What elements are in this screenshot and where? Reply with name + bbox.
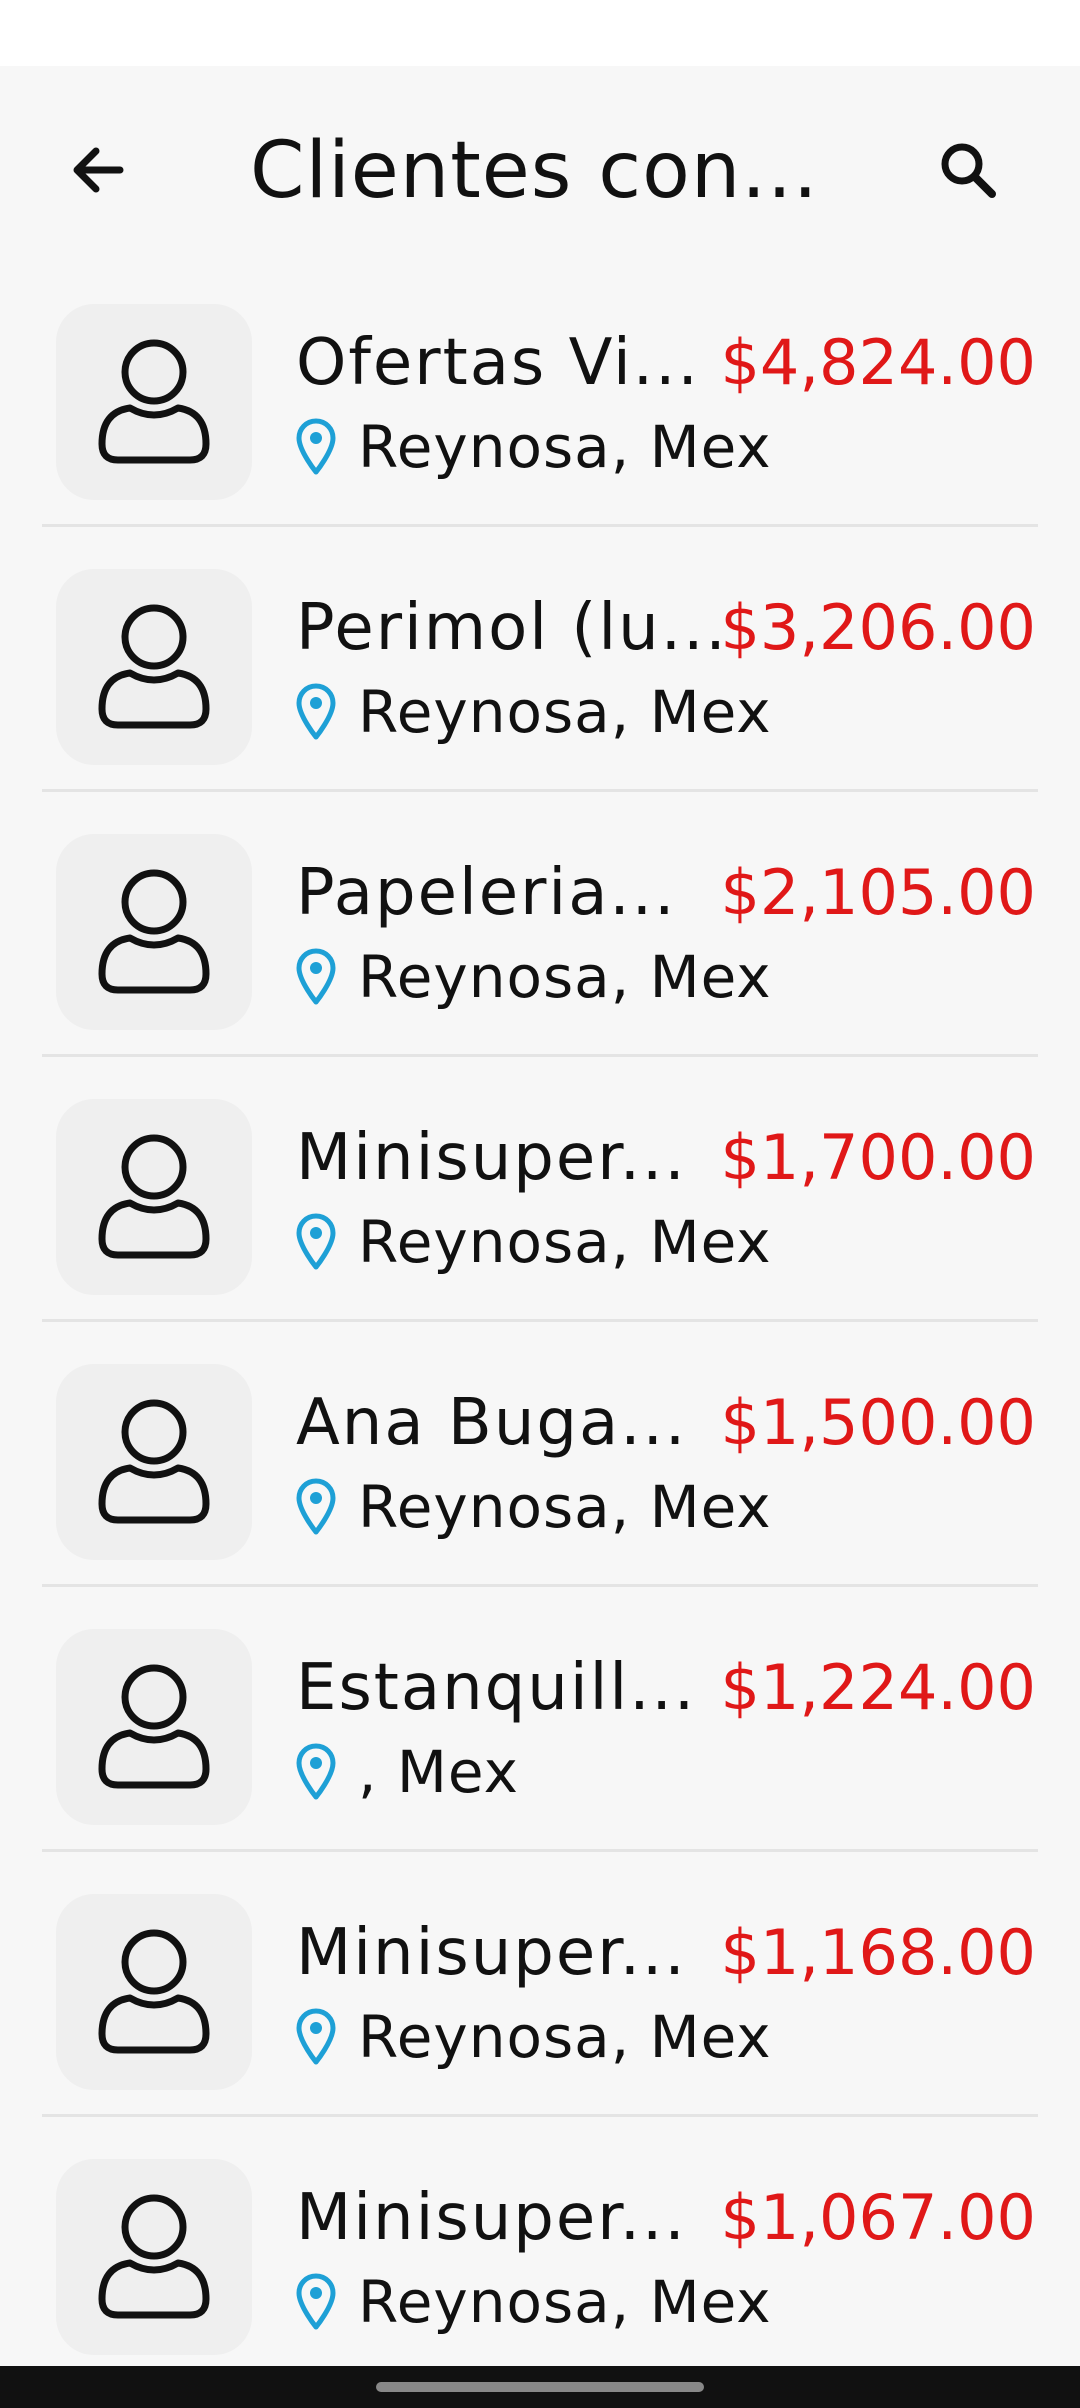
home-gesture-handle[interactable] (376, 2382, 704, 2392)
client-location-text: Reynosa, Mex (358, 1473, 772, 1541)
app-bar: Clientes con... (0, 66, 1080, 262)
avatar (56, 834, 252, 1030)
client-amount: $4,824.00 (720, 326, 1036, 399)
user-icon (98, 869, 210, 994)
client-amount: $1,700.00 (720, 1121, 1036, 1194)
avatar (56, 1894, 252, 2090)
client-row[interactable]: Estanquill... $1,224.00 , Mex (0, 1587, 1080, 1852)
client-amount: $1,224.00 (720, 1651, 1036, 1724)
search-icon (941, 143, 996, 198)
user-icon (98, 1929, 210, 2054)
status-bar (0, 0, 1080, 66)
arrow-left-icon (73, 147, 124, 193)
client-location-text: Reynosa, Mex (358, 943, 772, 1011)
user-icon (98, 604, 210, 729)
client-location: Reynosa, Mex (296, 412, 772, 482)
location-pin-icon (296, 1743, 336, 1801)
client-amount: $2,105.00 (720, 856, 1036, 929)
client-row[interactable]: Minisuper... $1,067.00 Reynosa, Mex (0, 2117, 1080, 2382)
client-amount: $3,206.00 (720, 591, 1036, 664)
page-title: Clientes con... (250, 126, 819, 216)
avatar (56, 2159, 252, 2355)
client-row[interactable]: Minisuper... $1,168.00 Reynosa, Mex (0, 1852, 1080, 2117)
location-pin-icon (296, 418, 336, 476)
client-row[interactable]: Perimol (lu... $3,206.00 Reynosa, Mex (0, 527, 1080, 792)
client-location: Reynosa, Mex (296, 2267, 772, 2337)
client-name: Ana Buga... (296, 1386, 688, 1460)
client-amount: $1,500.00 (720, 1386, 1036, 1459)
client-amount: $1,067.00 (720, 2181, 1036, 2254)
client-location-text: Reynosa, Mex (358, 1208, 772, 1276)
client-row[interactable]: Ana Buga... $1,500.00 Reynosa, Mex (0, 1322, 1080, 1587)
client-location: , Mex (296, 1737, 519, 1807)
location-pin-icon (296, 1478, 336, 1536)
system-navigation-bar (0, 2366, 1080, 2408)
back-button[interactable] (50, 122, 146, 218)
client-location: Reynosa, Mex (296, 677, 772, 747)
client-location: Reynosa, Mex (296, 2002, 772, 2072)
client-location-text: Reynosa, Mex (358, 413, 772, 481)
client-name: Estanquill... (296, 1651, 697, 1725)
client-location: Reynosa, Mex (296, 942, 772, 1012)
avatar (56, 304, 252, 500)
avatar (56, 1364, 252, 1560)
user-icon (98, 1134, 210, 1259)
location-pin-icon (296, 1213, 336, 1271)
client-location: Reynosa, Mex (296, 1472, 772, 1542)
location-pin-icon (296, 2273, 336, 2331)
client-location: Reynosa, Mex (296, 1207, 772, 1277)
user-icon (98, 1664, 210, 1789)
location-pin-icon (296, 2008, 336, 2066)
user-icon (98, 1399, 210, 1524)
client-location-text: Reynosa, Mex (358, 2003, 772, 2071)
client-name: Minisuper... (296, 1916, 687, 1990)
client-name: Ofertas Vi... (296, 326, 700, 400)
client-name: Perimol (lu... (296, 591, 728, 665)
client-row[interactable]: Ofertas Vi... $4,824.00 Reynosa, Mex (0, 262, 1080, 527)
client-row[interactable]: Papeleria... $2,105.00 Reynosa, Mex (0, 792, 1080, 1057)
avatar (56, 1629, 252, 1825)
client-amount: $1,168.00 (720, 1916, 1036, 1989)
client-name: Papeleria... (296, 856, 677, 930)
avatar (56, 569, 252, 765)
location-pin-icon (296, 683, 336, 741)
avatar (56, 1099, 252, 1295)
search-button[interactable] (920, 122, 1016, 218)
client-location-text: , Mex (358, 1738, 519, 1806)
location-pin-icon (296, 948, 336, 1006)
client-list: Ofertas Vi... $4,824.00 Reynosa, Mex Per… (0, 262, 1080, 2382)
client-location-text: Reynosa, Mex (358, 678, 772, 746)
client-name: Minisuper... (296, 2181, 687, 2255)
client-location-text: Reynosa, Mex (358, 2268, 772, 2336)
user-icon (98, 2194, 210, 2319)
client-name: Minisuper... (296, 1121, 687, 1195)
client-row[interactable]: Minisuper... $1,700.00 Reynosa, Mex (0, 1057, 1080, 1322)
user-icon (98, 339, 210, 464)
